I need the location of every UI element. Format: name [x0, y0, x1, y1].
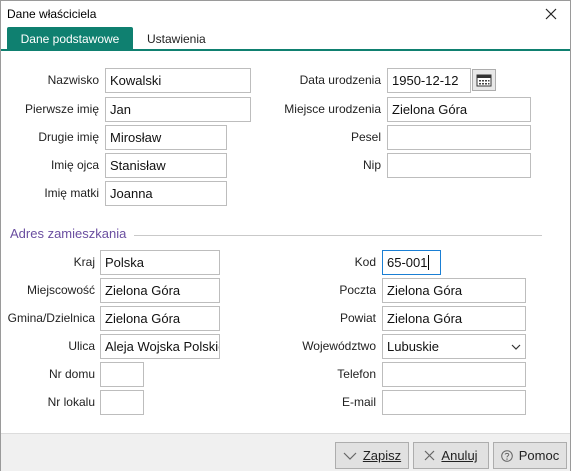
label-pesel: Pesel: [350, 130, 381, 144]
data-urodzenia-field[interactable]: 1950-12-12: [387, 68, 471, 93]
label-miejscowosc: Miejscowość: [26, 283, 95, 297]
label-gmina: Gmina/Dzielnica: [7, 311, 95, 325]
ulica-field[interactable]: Aleja Wojska Polskie: [100, 334, 220, 359]
label-telefon: Telefon: [337, 367, 376, 381]
powiat-field[interactable]: Zielona Góra: [382, 306, 526, 331]
poczta-field[interactable]: Zielona Góra: [382, 278, 526, 303]
pesel-field[interactable]: [387, 125, 531, 150]
nr-lokalu-field[interactable]: [100, 390, 144, 415]
save-button[interactable]: Zapisz: [335, 442, 409, 469]
nip-field[interactable]: [387, 153, 531, 178]
label-ulica: Ulica: [68, 339, 95, 353]
nazwisko-field[interactable]: Kowalski: [105, 68, 251, 93]
tab-dane-podstawowe[interactable]: Dane podstawowe: [7, 27, 133, 51]
kod-field[interactable]: 65-001: [382, 250, 441, 275]
close-button[interactable]: [540, 3, 562, 25]
help-label: Pomoc: [518, 448, 560, 463]
text-caret: [428, 255, 430, 270]
calendar-icon: [476, 74, 492, 87]
telefon-field[interactable]: [382, 362, 526, 387]
footer-bar: Zapisz Anuluj Pomoc: [1, 433, 570, 471]
save-label: Zapisz: [362, 448, 402, 463]
cancel-button[interactable]: Anuluj: [413, 442, 489, 469]
label-miejsce-urodzenia: Miejsce urodzenia: [284, 102, 381, 116]
cancel-label: Anuluj: [441, 448, 478, 463]
close-icon: [424, 450, 435, 461]
window-title: Dane właściciela: [7, 7, 97, 21]
label-kod: Kod: [354, 255, 376, 269]
wojewodztwo-select[interactable]: Lubuskie: [382, 334, 526, 359]
miejscowosc-field[interactable]: Zielona Góra: [100, 278, 220, 303]
tab-bar: Dane podstawowe Ustawienia: [1, 27, 570, 51]
title-bar: Dane właściciela: [1, 1, 570, 27]
gmina-field[interactable]: Zielona Góra: [100, 306, 220, 331]
dialog-window: Dane właściciela Dane podstawowe Ustawie…: [0, 0, 571, 471]
label-nr-lokalu: Nr lokalu: [47, 395, 95, 409]
chevron-down-icon: [511, 335, 521, 358]
label-poczta: Poczta: [339, 283, 376, 297]
label-imie-ojca: Imię ojca: [50, 158, 99, 172]
label-wojewodztwo: Województwo: [302, 339, 376, 353]
email-field[interactable]: [382, 390, 526, 415]
calendar-button[interactable]: [472, 69, 496, 91]
label-nr-domu: Nr domu: [48, 367, 95, 381]
checkmark-icon: [343, 452, 357, 460]
wojewodztwo-selected-value: Lubuskie: [387, 339, 440, 354]
label-kraj: Kraj: [73, 255, 95, 269]
tab-ustawienia[interactable]: Ustawienia: [135, 27, 218, 51]
section-divider: [134, 235, 542, 236]
nr-domu-field[interactable]: [100, 362, 144, 387]
kraj-field[interactable]: Polska: [100, 250, 220, 275]
imie-matki-field[interactable]: Joanna: [105, 181, 227, 206]
address-section-title: Adres zamieszkania: [10, 226, 127, 241]
label-data-urodzenia: Data urodzenia: [299, 73, 381, 87]
imie-ojca-field[interactable]: Stanisław: [105, 153, 227, 178]
drugie-imie-field[interactable]: Mirosław: [105, 125, 227, 150]
label-email: E-mail: [341, 395, 376, 409]
pierwsze-imie-field[interactable]: Jan: [105, 97, 251, 122]
label-pierwsze-imie: Pierwsze imię: [24, 102, 99, 116]
label-drugie-imie: Drugie imię: [38, 130, 99, 144]
label-nazwisko: Nazwisko: [47, 73, 99, 87]
miejsce-urodzenia-field[interactable]: Zielona Góra: [387, 97, 531, 122]
label-nip: Nip: [362, 158, 381, 172]
label-imie-matki: Imię matki: [44, 186, 99, 200]
close-icon: [545, 8, 557, 20]
help-icon: [500, 449, 513, 462]
kod-value: 65-001: [387, 255, 428, 270]
label-powiat: Powiat: [339, 311, 376, 325]
help-button[interactable]: Pomoc: [493, 442, 567, 469]
